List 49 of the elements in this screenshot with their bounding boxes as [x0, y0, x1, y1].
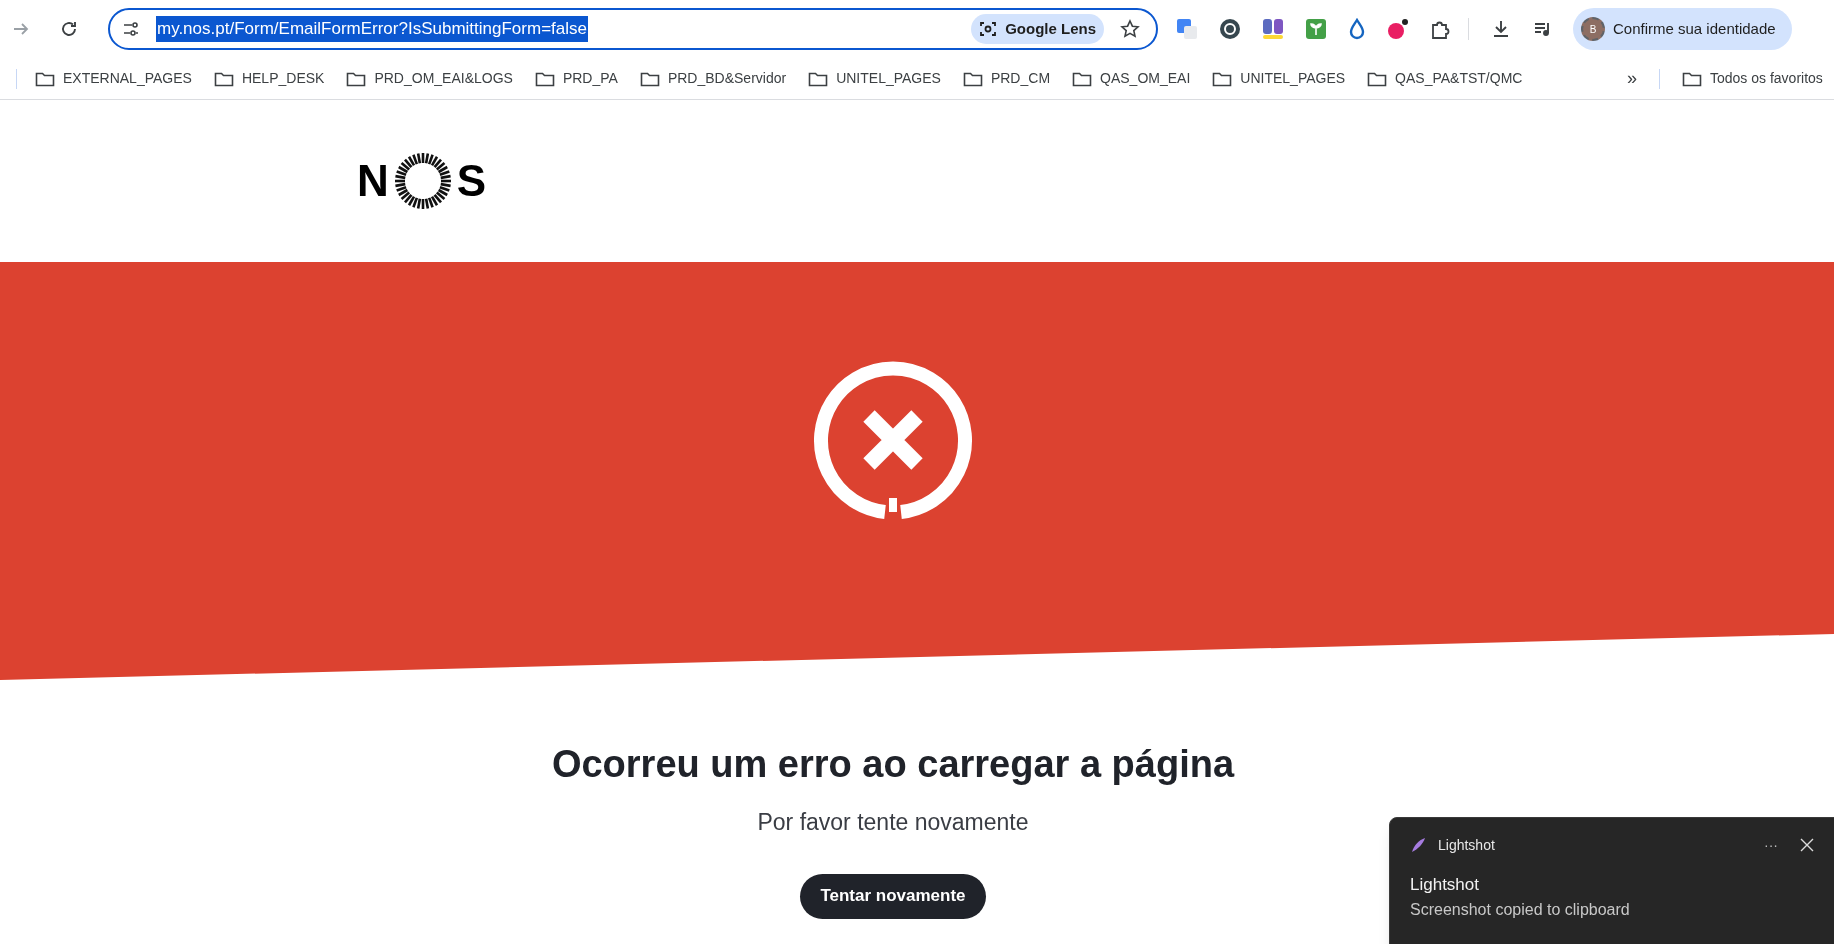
sunburst-icon — [392, 151, 453, 211]
download-icon[interactable] — [1491, 19, 1511, 39]
close-icon[interactable] — [1800, 838, 1814, 852]
folder-icon — [639, 70, 660, 87]
error-x-icon — [813, 360, 973, 520]
bookmark-item[interactable]: HELP_DESK — [205, 63, 333, 94]
profile-button[interactable]: B Confirme sua identidade — [1573, 8, 1792, 50]
folder-icon — [962, 70, 983, 87]
address-bar[interactable]: my.nos.pt/Form/EmailFormError?IsSubmittingForm=false Google Lens — [108, 8, 1158, 50]
error-title: Ocorreu um erro ao carregar a página — [551, 742, 1235, 787]
folder-icon — [35, 70, 55, 87]
notification-heading: Lightshot — [1409, 874, 1480, 896]
feather-icon — [1410, 837, 1426, 853]
more-bookmarks-button[interactable]: » — [1619, 65, 1645, 92]
sprout-icon[interactable] — [1305, 18, 1327, 40]
folder-icon — [1682, 70, 1702, 87]
reload-icon[interactable] — [60, 20, 78, 38]
nos-logo: N S — [357, 151, 487, 211]
bookmark-item[interactable]: EXTERNAL_PAGES — [27, 63, 200, 94]
retry-button[interactable]: Tentar novamente — [800, 873, 986, 919]
translate-icon[interactable] — [1176, 18, 1198, 40]
notification-message: Screenshot copied to clipboard — [1409, 899, 1631, 920]
bookmark-item[interactable]: UNITEL_PAGES — [1204, 63, 1354, 94]
more-options-button[interactable]: ··· — [1764, 834, 1778, 856]
droplet-icon[interactable] — [1348, 18, 1366, 40]
folder-icon — [534, 70, 555, 87]
bookmark-item[interactable]: UNITEL_PAGES — [800, 63, 949, 94]
error-subtitle: Por favor tente novamente — [757, 808, 1029, 837]
folder-icon — [1072, 70, 1093, 87]
bookmark-item[interactable]: PRD_BD&Servidor — [631, 63, 795, 94]
bookmark-item[interactable]: Todos os favoritos — [1674, 63, 1834, 94]
bookmark-item[interactable]: QAS_OM_EAI — [1064, 63, 1199, 94]
folder-icon — [213, 70, 234, 87]
bookmark-item[interactable]: PRD_OM_EAI&LOGS — [338, 63, 521, 94]
url-text[interactable]: my.nos.pt/Form/EmailFormError?IsSubmittingForm=false — [156, 16, 588, 42]
star-icon[interactable] — [1120, 19, 1140, 39]
folder-icon — [346, 70, 367, 87]
camera-icon — [979, 20, 998, 38]
bookmark-item[interactable]: QAS_PA&TST/QMC — [1359, 63, 1531, 94]
folder-icon — [1367, 70, 1388, 87]
site-settings-icon[interactable] — [122, 20, 140, 38]
folder-icon — [808, 70, 829, 87]
app-name: Lightshot — [1438, 835, 1495, 855]
bookmark-item[interactable]: PRD_PA — [526, 63, 626, 94]
folder-icon — [1212, 70, 1233, 87]
avatar: B — [1581, 17, 1605, 41]
bookmark-item[interactable]: PRD_CM — [954, 63, 1059, 94]
google-lens-button[interactable]: Google Lens — [971, 14, 1104, 44]
blocks-icon[interactable] — [1262, 18, 1284, 40]
